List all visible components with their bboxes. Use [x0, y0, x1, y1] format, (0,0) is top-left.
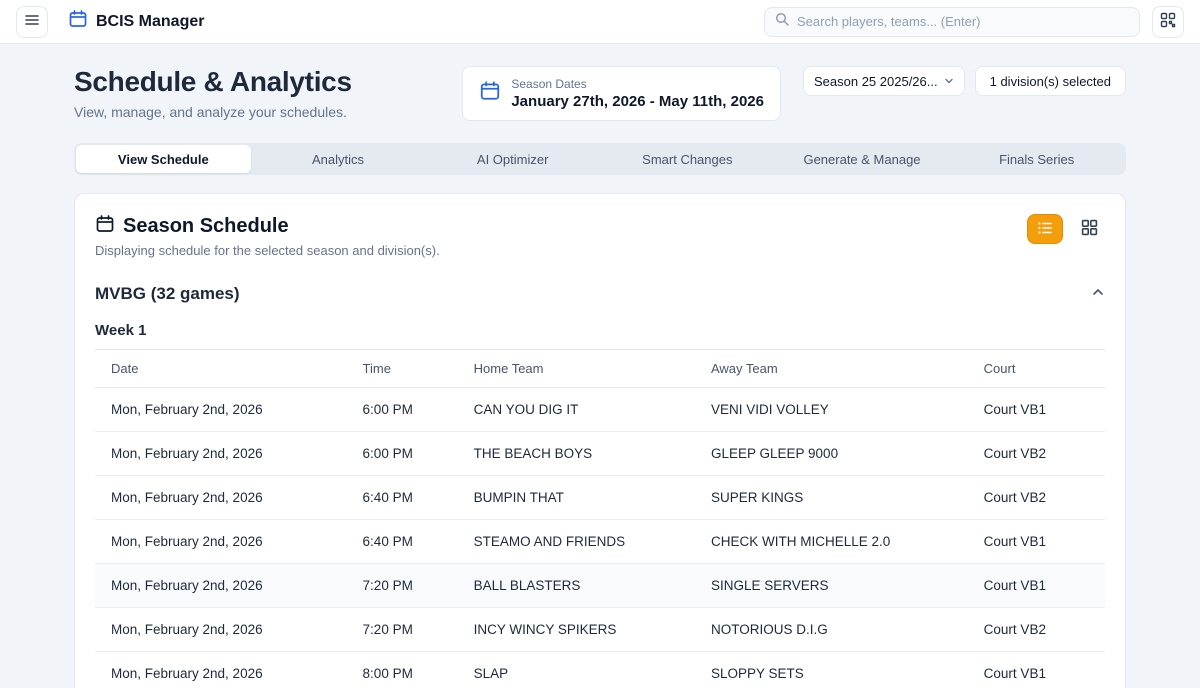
- season-dates-label: Season Dates: [511, 77, 764, 91]
- game-date: Mon, February 2nd, 2026: [95, 432, 353, 476]
- topbar: BCIS Manager: [0, 0, 1200, 44]
- tab-generate-manage[interactable]: Generate & Manage: [775, 145, 950, 173]
- table-row[interactable]: Mon, February 2nd, 2026 7:20 PM BALL BLA…: [95, 564, 1105, 608]
- court: Court VB1: [974, 652, 1105, 688]
- home-team: CAN YOU DIG IT: [464, 388, 701, 432]
- page-title: Schedule & Analytics: [74, 66, 452, 98]
- list-view-icon: [1037, 220, 1053, 239]
- schedule-title-wrap: Season Schedule Displaying schedule for …: [95, 214, 1027, 258]
- chevron-down-icon: [944, 74, 954, 89]
- away-team: SLOPPY SETS: [701, 652, 974, 688]
- table-row[interactable]: Mon, February 2nd, 2026 6:40 PM STEAMO A…: [95, 520, 1105, 564]
- home-team: THE BEACH BOYS: [464, 432, 701, 476]
- home-team: STEAMO AND FRIENDS: [464, 520, 701, 564]
- grid-view-icon: [1081, 219, 1098, 239]
- court: Court VB1: [974, 520, 1105, 564]
- calendar-icon: [68, 9, 88, 34]
- page-header: Schedule & Analytics View, manage, and a…: [74, 66, 1126, 121]
- column-header-time: Time: [353, 350, 464, 388]
- game-date: Mon, February 2nd, 2026: [95, 476, 353, 520]
- division-group-title: MVBG (32 games): [95, 284, 240, 304]
- brand: BCIS Manager: [68, 9, 204, 34]
- tab-finals-series[interactable]: Finals Series: [949, 145, 1124, 173]
- home-team: BALL BLASTERS: [464, 564, 701, 608]
- tab-view-schedule[interactable]: View Schedule: [76, 145, 251, 173]
- home-team: BUMPIN THAT: [464, 476, 701, 520]
- hamburger-icon: [24, 12, 40, 31]
- tab-smart-changes[interactable]: Smart Changes: [600, 145, 775, 173]
- week-title: Week 1: [95, 322, 1105, 339]
- app-title: BCIS Manager: [96, 13, 204, 31]
- table-row[interactable]: Mon, February 2nd, 2026 7:20 PM INCY WIN…: [95, 608, 1105, 652]
- season-dates-value: January 27th, 2026 - May 11th, 2026: [511, 93, 764, 110]
- table-row[interactable]: Mon, February 2nd, 2026 6:00 PM THE BEAC…: [95, 432, 1105, 476]
- page-container: Schedule & Analytics View, manage, and a…: [74, 44, 1126, 688]
- schedule-card-subtitle: Displaying schedule for the selected sea…: [95, 243, 1027, 258]
- game-date: Mon, February 2nd, 2026: [95, 520, 353, 564]
- season-dates-card: Season Dates January 27th, 2026 - May 11…: [462, 66, 781, 121]
- season-select-value: Season 25 2025/26...: [814, 74, 938, 89]
- column-header-away-team: Away Team: [701, 350, 974, 388]
- away-team: SINGLE SERVERS: [701, 564, 974, 608]
- title-block: Schedule & Analytics View, manage, and a…: [74, 66, 452, 120]
- home-team: SLAP: [464, 652, 701, 688]
- court: Court VB1: [974, 564, 1105, 608]
- table-row[interactable]: Mon, February 2nd, 2026 6:00 PM CAN YOU …: [95, 388, 1105, 432]
- global-search[interactable]: [764, 7, 1140, 37]
- away-team: CHECK WITH MICHELLE 2.0: [701, 520, 974, 564]
- game-time: 6:00 PM: [353, 432, 464, 476]
- home-team: INCY WINCY SPIKERS: [464, 608, 701, 652]
- tab-bar: View Schedule Analytics AI Optimizer Sma…: [74, 143, 1126, 175]
- search-input[interactable]: [797, 14, 1129, 29]
- table-header-row: Date Time Home Team Away Team Court: [95, 350, 1105, 388]
- game-time: 7:20 PM: [353, 608, 464, 652]
- away-team: NOTORIOUS D.I.G: [701, 608, 974, 652]
- game-time: 6:40 PM: [353, 476, 464, 520]
- game-date: Mon, February 2nd, 2026: [95, 388, 353, 432]
- division-filter-button[interactable]: 1 division(s) selected: [975, 66, 1126, 96]
- away-team: VENI VIDI VOLLEY: [701, 388, 974, 432]
- tab-ai-optimizer[interactable]: AI Optimizer: [425, 145, 600, 173]
- court: Court VB1: [974, 388, 1105, 432]
- calendar-icon: [95, 214, 115, 239]
- game-time: 7:20 PM: [353, 564, 464, 608]
- season-dates-text: Season Dates January 27th, 2026 - May 11…: [511, 77, 764, 110]
- game-date: Mon, February 2nd, 2026: [95, 652, 353, 688]
- court: Court VB2: [974, 476, 1105, 520]
- division-group-header[interactable]: MVBG (32 games): [95, 284, 1105, 304]
- grid-view-button[interactable]: [1073, 214, 1105, 244]
- season-schedule-card: Season Schedule Displaying schedule for …: [74, 193, 1126, 688]
- game-time: 6:40 PM: [353, 520, 464, 564]
- schedule-card-header: Season Schedule Displaying schedule for …: [95, 214, 1105, 258]
- calendar-icon: [479, 80, 501, 107]
- scan-button[interactable]: [1152, 6, 1184, 38]
- column-header-court: Court: [974, 350, 1105, 388]
- column-header-home-team: Home Team: [464, 350, 701, 388]
- page-subtitle: View, manage, and analyze your schedules…: [74, 104, 452, 120]
- game-time: 6:00 PM: [353, 388, 464, 432]
- schedule-table: Date Time Home Team Away Team Court Mon,…: [95, 349, 1105, 688]
- menu-button[interactable]: [16, 6, 48, 38]
- tab-analytics[interactable]: Analytics: [251, 145, 426, 173]
- chevron-up-icon: [1091, 285, 1105, 304]
- away-team: SUPER KINGS: [701, 476, 974, 520]
- table-row[interactable]: Mon, February 2nd, 2026 8:00 PM SLAP SLO…: [95, 652, 1105, 688]
- schedule-card-title: Season Schedule: [123, 215, 289, 238]
- away-team: GLEEP GLEEP 9000: [701, 432, 974, 476]
- game-date: Mon, February 2nd, 2026: [95, 608, 353, 652]
- view-toggle: [1027, 214, 1105, 244]
- court: Court VB2: [974, 608, 1105, 652]
- table-row[interactable]: Mon, February 2nd, 2026 6:40 PM BUMPIN T…: [95, 476, 1105, 520]
- qr-code-icon: [1160, 12, 1176, 31]
- search-icon: [775, 12, 789, 31]
- game-time: 8:00 PM: [353, 652, 464, 688]
- list-view-button[interactable]: [1027, 214, 1063, 244]
- court: Court VB2: [974, 432, 1105, 476]
- season-select[interactable]: Season 25 2025/26...: [803, 66, 965, 96]
- game-date: Mon, February 2nd, 2026: [95, 564, 353, 608]
- column-header-date: Date: [95, 350, 353, 388]
